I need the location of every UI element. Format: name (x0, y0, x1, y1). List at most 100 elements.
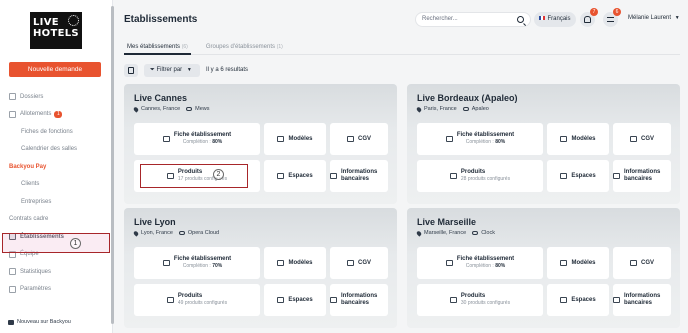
hotel-meta: Lyon, France Opera Cloud (132, 229, 220, 237)
pms-link-icon (462, 107, 469, 111)
export-button[interactable] (124, 64, 138, 77)
tasks-button[interactable]: 6 (603, 8, 621, 27)
tile-label: Informations bancaires (624, 169, 661, 182)
user-menu[interactable]: Mélanie Laurent ▼ (628, 15, 680, 21)
modeles-tile[interactable]: Modèles (264, 247, 326, 279)
sidebar-item-dossiers[interactable]: Dossiers (0, 88, 111, 106)
sidebar-item-contrats[interactable]: Contrats cadre (0, 211, 111, 229)
modeles-tile[interactable]: Modèles (547, 247, 609, 279)
produits-tile[interactable]: Produits 49 produits configurés (134, 284, 260, 316)
produits-tile[interactable]: Produits 28 produits configurés (417, 160, 543, 192)
tile-sublabel: 28 produits configurés (460, 176, 511, 182)
espaces-tile[interactable]: Espaces (264, 160, 326, 192)
hotel-name: Live Lyon (134, 217, 176, 227)
fiche-etablissement-tile[interactable]: Fiche établissement Complétion : 80% (417, 247, 543, 279)
tile-label: CGV (640, 135, 654, 142)
id-card-icon (445, 260, 453, 266)
megaphone-icon (8, 319, 14, 325)
espaces-tile[interactable]: Espaces (547, 160, 609, 192)
modeles-tile[interactable]: Modèles (264, 123, 326, 155)
id-card-icon (162, 136, 170, 142)
informations-bancaires-tile[interactable]: Informations bancaires (613, 160, 671, 192)
informations-bancaires-tile[interactable]: Informations bancaires (330, 284, 388, 316)
sidebar-item-calendrier[interactable]: Calendrier des salles (0, 141, 111, 159)
search-icon[interactable] (517, 16, 524, 23)
bed-icon (449, 173, 457, 179)
cgv-tile[interactable]: CGV (330, 247, 388, 279)
sidebar-item-backyou-pay[interactable]: Backyou Pay (0, 158, 111, 176)
pms-link-icon (472, 231, 479, 235)
pms-link-icon (186, 107, 193, 111)
sidebar-item-fiches[interactable]: Fiches de fonctions (0, 123, 111, 141)
location-pin-icon (132, 229, 140, 237)
search-input[interactable]: Rechercher... (415, 12, 531, 27)
bank-icon (613, 173, 620, 179)
hotel-card: Live Marseille Marseille, France Clock F… (407, 208, 680, 328)
sidebar-item-label: Fiches de fonctions (21, 128, 73, 135)
location-pin-icon (415, 105, 423, 113)
language-selector[interactable]: Français (534, 12, 576, 27)
live-hotels-logo: LIVE HOTELS (30, 12, 82, 49)
logo-text: LIVE HOTELS (33, 17, 79, 39)
bank-icon (330, 297, 337, 303)
template-icon (277, 136, 285, 142)
tile-completion: Complétion : 80% (465, 139, 506, 145)
hotel-pms: Opera Cloud (187, 230, 220, 236)
fiche-etablissement-tile[interactable]: Fiche établissement Complétion : 70% (134, 247, 260, 279)
annotation-step-1: 1 (70, 238, 81, 249)
contract-icon (629, 136, 637, 142)
tile-completion: Complétion : 80% (182, 139, 223, 145)
notifications-button[interactable]: 7 (580, 8, 598, 27)
tab-groupes[interactable]: Groupes d'établissements (1) (203, 43, 286, 55)
sidebar-item-clients[interactable]: Clients (0, 176, 111, 194)
location-pin-icon (415, 229, 423, 237)
sidebar-item-label: Calendrier des salles (21, 146, 78, 153)
fiche-etablissement-tile[interactable]: Fiche établissement Complétion : 80% (417, 123, 543, 155)
tile-label: Fiche établissement (173, 132, 232, 138)
sidebar-item-allotements[interactable]: Allotements 1 (0, 106, 111, 124)
sidebar-item-entreprises[interactable]: Entreprises (0, 193, 111, 211)
hotel-pms: Clock (481, 230, 495, 236)
produits-tile[interactable]: Produits 30 produits configurés (417, 284, 543, 316)
hotel-pms: Apaleo (471, 106, 489, 112)
tile-label: Espaces (288, 172, 313, 179)
sidebar-scrollbar[interactable] (111, 6, 114, 324)
tile-completion: Complétion : 80% (465, 263, 506, 269)
sidebar-item-label: Statistiques (20, 268, 52, 275)
document-icon (128, 67, 134, 74)
room-icon (277, 297, 285, 303)
bank-icon (330, 173, 337, 179)
hotel-meta: Marseille, France Clock (415, 229, 495, 237)
folder-icon (9, 93, 16, 101)
hotel-card: Live Lyon Lyon, France Opera Cloud Fiche… (124, 208, 397, 328)
informations-bancaires-tile[interactable]: Informations bancaires (613, 284, 671, 316)
new-request-button[interactable]: Nouvelle demande (9, 62, 101, 77)
gear-icon (9, 285, 16, 293)
modeles-tile[interactable]: Modèles (547, 123, 609, 155)
room-icon (277, 173, 285, 179)
new-on-backyou-link[interactable]: Nouveau sur Backyou (8, 319, 71, 325)
informations-bancaires-tile[interactable]: Informations bancaires (330, 160, 388, 192)
tasks-badge: 6 (613, 8, 621, 16)
tab-count: (1) (276, 44, 283, 50)
cgv-tile[interactable]: CGV (330, 123, 388, 155)
sidebar-item-label: Paramètres (20, 286, 52, 293)
tile-label: Modèles (288, 259, 313, 266)
fiche-etablissement-tile[interactable]: Fiche établissement Complétion : 80% (134, 123, 260, 155)
cgv-tile[interactable]: CGV (613, 123, 671, 155)
tile-label: CGV (640, 259, 654, 266)
tile-label: CGV (357, 259, 371, 266)
tile-label: Espaces (571, 172, 596, 179)
espaces-tile[interactable]: Espaces (264, 284, 326, 316)
sidebar-item-parametres[interactable]: Paramètres (0, 281, 111, 299)
list-icon (607, 17, 614, 22)
tab-mes-etablissements[interactable]: Mes établissements (6) (124, 43, 191, 55)
hotel-location: Paris, France (424, 106, 457, 112)
sidebar-item-statistiques[interactable]: Statistiques (0, 263, 111, 281)
filter-button[interactable]: ⏷ Filtrer par ▼ (144, 64, 200, 77)
hotel-meta: Paris, France Apaleo (415, 105, 489, 113)
id-card-icon (162, 260, 170, 266)
sidebar-item-label: Allotements (20, 111, 52, 118)
cgv-tile[interactable]: CGV (613, 247, 671, 279)
espaces-tile[interactable]: Espaces (547, 284, 609, 316)
